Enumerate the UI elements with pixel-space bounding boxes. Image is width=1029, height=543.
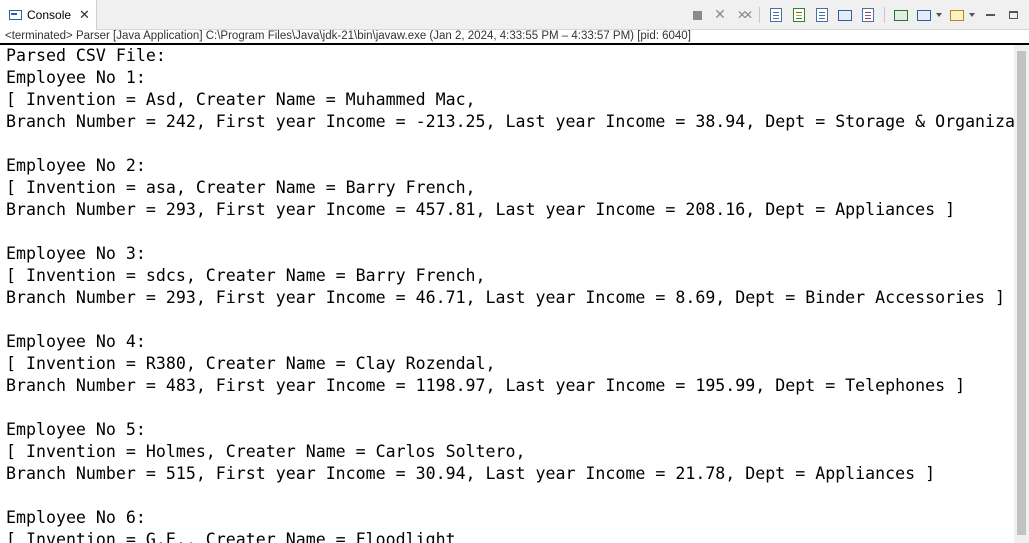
console-view-tabbar: Console ✕ ✕ ✕✕ xyxy=(0,0,1029,30)
toolbar-separator xyxy=(759,7,760,23)
tab-label: Console xyxy=(27,8,72,22)
console-line: Branch Number = 483, First year Income =… xyxy=(6,376,966,395)
console-line: Employee No 2: xyxy=(6,156,146,175)
console-line: [ Invention = sdcs, Creater Name = Barry… xyxy=(6,266,486,285)
scrollbar-thumb[interactable] xyxy=(1017,51,1026,535)
console-icon xyxy=(9,10,22,20)
console-line: [ Invention = asa, Creater Name = Barry … xyxy=(6,178,476,197)
console-line: Branch Number = 293, First year Income =… xyxy=(6,200,956,219)
clear-console-icon[interactable] xyxy=(766,5,786,25)
console-line: Employee No 4: xyxy=(6,332,146,351)
console-line: Employee No 6: xyxy=(6,508,146,527)
vertical-scrollbar[interactable] xyxy=(1014,45,1029,543)
pin-console-icon[interactable] xyxy=(891,5,911,25)
toolbar-separator xyxy=(884,7,885,23)
show-console-on-stdout-icon[interactable] xyxy=(835,5,855,25)
console-line: [ Invention = Asd, Creater Name = Muhamm… xyxy=(6,90,476,109)
close-icon[interactable]: ✕ xyxy=(79,9,90,22)
chevron-down-icon[interactable] xyxy=(967,5,977,25)
console-line: [ Invention = Holmes, Creater Name = Car… xyxy=(6,442,526,461)
terminate-icon[interactable] xyxy=(687,5,707,25)
console-line: Branch Number = 515, First year Income =… xyxy=(6,464,936,483)
console-line: Parsed CSV File: xyxy=(6,46,166,65)
word-wrap-icon[interactable] xyxy=(812,5,832,25)
show-console-on-stderr-icon[interactable] xyxy=(858,5,878,25)
display-selected-console-icon[interactable] xyxy=(914,5,934,25)
remove-launch-icon[interactable]: ✕ xyxy=(710,5,730,25)
console-output[interactable]: Parsed CSV File: Employee No 1: [ Inventio… xyxy=(0,45,1014,543)
minimize-icon[interactable] xyxy=(980,5,1000,25)
console-line: Branch Number = 293, First year Income =… xyxy=(6,288,1006,307)
console-line: Employee No 5: xyxy=(6,420,146,439)
console-line: [ Invention = G.E., Creater Name = Flood… xyxy=(6,530,456,543)
console-line: Employee No 3: xyxy=(6,244,146,263)
process-status-label: <terminated> Parser [Java Application] C… xyxy=(0,30,1029,45)
maximize-icon[interactable] xyxy=(1003,5,1023,25)
console-toolbar: ✕ ✕✕ xyxy=(684,4,1023,26)
scroll-lock-icon[interactable] xyxy=(789,5,809,25)
tab-console[interactable]: Console ✕ xyxy=(0,0,97,30)
console-line: [ Invention = R380, Creater Name = Clay … xyxy=(6,354,496,373)
console-line: Branch Number = 242, First year Income =… xyxy=(6,112,1014,131)
remove-all-terminated-icon[interactable]: ✕✕ xyxy=(733,5,753,25)
console-line: Employee No 1: xyxy=(6,68,146,87)
open-console-icon[interactable] xyxy=(947,5,967,25)
chevron-down-icon[interactable] xyxy=(934,5,944,25)
